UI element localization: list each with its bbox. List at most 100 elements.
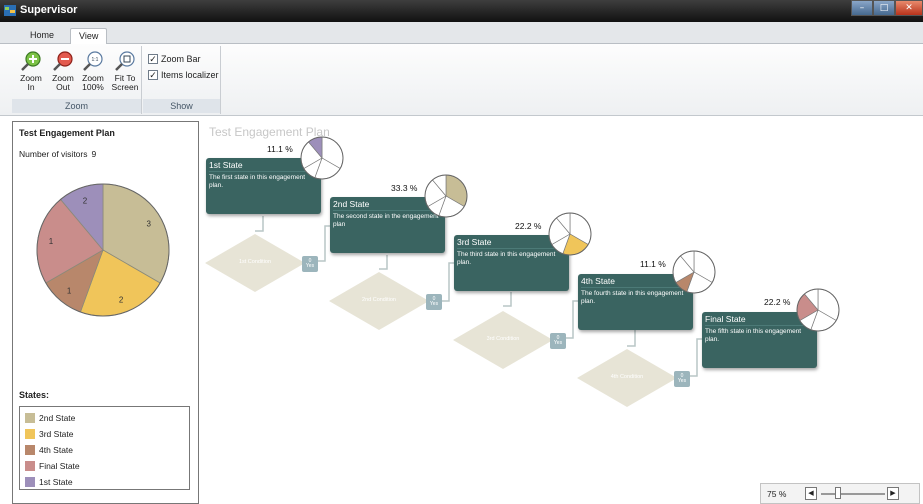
zoom-increase-button[interactable]: ▶ [887, 487, 899, 500]
state-pie-chart [300, 136, 344, 180]
zoom-bar-checkbox-label: Zoom Bar [161, 54, 201, 64]
plan-summary-panel: Test Engagement Plan Number of visitors 9… [12, 121, 199, 504]
state-name: 2nd State [333, 199, 370, 209]
legend-item: 1st State [25, 474, 189, 490]
zoom-out-button[interactable]: Zoom Out [48, 50, 78, 92]
visitors-label: Number of visitors [19, 149, 88, 159]
states-heading: States: [19, 390, 50, 400]
badge-text: Yes [677, 378, 687, 384]
zoom-bar: 75 % ◀ ▶ [760, 483, 920, 504]
window-controls: – □ ✕ [851, 0, 923, 16]
fit-to-screen-label: Fit To Screen [111, 73, 139, 92]
items-localizer-checkbox[interactable]: ✓ Items localizer [148, 70, 219, 80]
legend-item: 3rd State [25, 426, 189, 442]
show-group-label: Show [143, 99, 220, 113]
legend-swatch [25, 429, 35, 439]
legend-swatch [25, 461, 35, 471]
state-name: 4th State [581, 276, 616, 286]
zoom-out-label: Zoom Out [52, 73, 74, 92]
condition-badge[interactable]: 0 Yes [426, 294, 442, 310]
zoom-100-button[interactable]: 1:1 Zoom 100% [78, 50, 108, 92]
zoom-out-icon [53, 51, 73, 71]
state-pie-chart [796, 288, 840, 332]
pie-slice-label: 2 [119, 296, 124, 305]
state-percent: 33.3 % [391, 183, 418, 193]
state-name: 3rd State [457, 237, 492, 247]
plan-title: Test Engagement Plan [19, 128, 115, 138]
zoom-level: 75 % [767, 489, 787, 499]
visitors-pie-chart: 3 2 1 1 2 [36, 183, 170, 317]
pie-slice-label: 1 [49, 237, 54, 246]
checkbox-check-icon: ✓ [148, 54, 158, 64]
zoom-in-icon [21, 51, 41, 71]
pie-slice-label: 2 [83, 196, 88, 205]
condition-label: 3rd Condition [486, 336, 520, 342]
legend-swatch [25, 413, 35, 423]
visitors-value: 9 [91, 149, 97, 159]
state-percent: 11.1 % [267, 144, 293, 154]
pie-slice-label: 1 [67, 286, 72, 295]
close-button[interactable]: ✕ [895, 0, 923, 16]
legend-label: 1st State [39, 477, 73, 487]
state-pie-chart [672, 250, 716, 294]
ribbon-tabs: Home View [0, 22, 923, 45]
pie-slice-label: 3 [146, 220, 151, 229]
badge-text: Yes [429, 301, 439, 307]
legend-swatch [25, 477, 35, 487]
maximize-button[interactable]: □ [873, 0, 895, 16]
legend-item: 2nd State [25, 410, 189, 426]
fit-to-screen-button[interactable]: Fit To Screen [110, 50, 140, 92]
zoom-bar-checkbox[interactable]: ✓ Zoom Bar [148, 54, 201, 64]
tab-view[interactable]: View [70, 28, 108, 45]
legend-item: Final State [25, 458, 189, 474]
state-percent: 22.2 % [764, 297, 791, 307]
zoom-decrease-button[interactable]: ◀ [805, 487, 817, 500]
state-pie-chart [548, 212, 592, 256]
condition-node[interactable]: 2nd Condition [329, 272, 429, 330]
condition-badge[interactable]: 0 Yes [550, 333, 566, 349]
visitors-count: Number of visitors 9 [19, 149, 96, 159]
state-percent: 22.2 % [515, 221, 542, 231]
legend-label: 3rd State [39, 429, 74, 439]
condition-node[interactable]: 4th Condition [577, 349, 677, 407]
condition-badge[interactable]: 0 Yes [302, 256, 318, 272]
show-group: ✓ Zoom Bar ✓ Items localizer Show [143, 46, 221, 114]
condition-label: 4th Condition [610, 374, 644, 380]
app-icon [4, 5, 16, 16]
window-title: Supervisor [20, 4, 78, 16]
legend-swatch [25, 445, 35, 455]
zoom-group-label: Zoom [12, 99, 141, 113]
zoom-group: Zoom In Zoom Out 1:1 Zoom 100% Fit To Sc… [12, 46, 142, 114]
fit-to-screen-icon [115, 51, 135, 71]
zoom-100-label: Zoom 100% [82, 73, 104, 92]
legend-item: 4th State [25, 442, 189, 458]
state-name: Final State [705, 314, 746, 324]
legend-label: 2nd State [39, 413, 76, 423]
engagement-plan-canvas[interactable]: Test Engagement Plan 1st Condition 0 Yes… [203, 121, 923, 504]
legend-label: Final State [39, 461, 80, 471]
svg-text:1:1: 1:1 [92, 57, 99, 63]
condition-node[interactable]: 1st Condition [205, 234, 305, 292]
state-name: 1st State [209, 160, 243, 170]
zoom-in-button[interactable]: Zoom In [16, 50, 46, 92]
items-localizer-checkbox-label: Items localizer [161, 70, 219, 80]
zoom-slider-thumb[interactable] [835, 487, 841, 499]
minimize-button[interactable]: – [851, 0, 873, 16]
condition-badge[interactable]: 0 Yes [674, 371, 690, 387]
zoom-in-label: Zoom In [20, 73, 42, 92]
ribbon: Zoom In Zoom Out 1:1 Zoom 100% Fit To Sc… [0, 44, 923, 116]
legend-label: 4th State [39, 445, 74, 455]
badge-text: Yes [553, 340, 563, 346]
zoom-slider-track[interactable] [821, 493, 885, 495]
badge-text: Yes [305, 263, 315, 269]
state-pie-chart [424, 174, 468, 218]
condition-label: 1st Condition [238, 259, 272, 265]
state-percent: 11.1 % [640, 259, 666, 269]
zoom-100-icon: 1:1 [83, 51, 103, 71]
title-bar: Supervisor – □ ✕ [0, 0, 923, 22]
condition-node[interactable]: 3rd Condition [453, 311, 553, 369]
tab-home[interactable]: Home [22, 28, 62, 45]
condition-label: 2nd Condition [362, 297, 396, 303]
checkbox-check-icon: ✓ [148, 70, 158, 80]
states-legend: 2nd State 3rd State 4th State Final Stat… [19, 406, 190, 490]
